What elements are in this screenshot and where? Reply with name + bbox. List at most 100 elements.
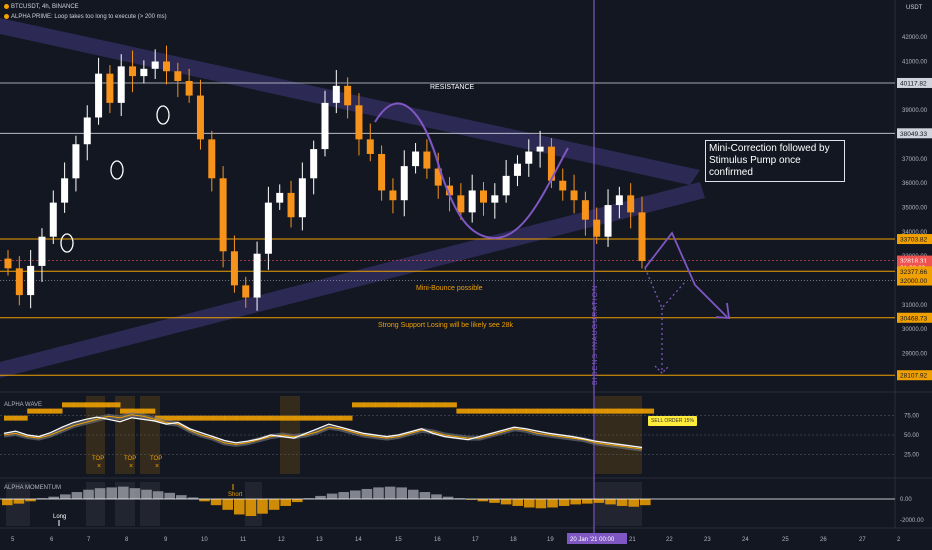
- wave-step-bar: [572, 408, 585, 414]
- candle-body: [559, 180, 567, 191]
- candle-body: [570, 190, 578, 201]
- momentum-bar: [593, 499, 605, 503]
- wave-step-bar: [212, 415, 225, 421]
- candle-body: [230, 251, 238, 286]
- candle-body: [536, 146, 544, 152]
- time-tick-label: 20 Jan '21 00:00: [570, 537, 615, 543]
- wave-tick-label: 50.00: [904, 433, 920, 439]
- wave-step-bar: [398, 402, 411, 408]
- candle-body: [310, 149, 318, 179]
- candle-body: [604, 205, 612, 237]
- wave-step-bar: [305, 415, 318, 421]
- momentum-bar: [176, 495, 187, 499]
- wave-step-bar: [294, 415, 307, 421]
- arrow-head-icon: [715, 302, 731, 319]
- candle-body: [196, 95, 204, 140]
- momentum-bar: [118, 486, 129, 499]
- candle-body: [344, 85, 352, 106]
- resistance-label: RESISTANCE: [430, 84, 475, 91]
- short-label: Short: [228, 492, 243, 498]
- grid: [0, 0, 932, 529]
- price-label: 33703.82: [900, 237, 927, 244]
- wave-title: ALPHA WAVE: [4, 402, 42, 408]
- wave-step-bar: [247, 415, 260, 421]
- momentum-tick-label: -2000.00: [900, 518, 924, 524]
- candle-body: [264, 202, 272, 254]
- price-label: 30468.73: [900, 315, 927, 322]
- momentum-bar: [94, 488, 106, 499]
- currency-label[interactable]: USDT: [906, 5, 922, 11]
- price-tick-label: 29000.00: [902, 352, 928, 358]
- candle-body: [61, 178, 69, 203]
- time-tick-label: 12: [278, 537, 285, 543]
- wave-step-bar: [560, 408, 573, 414]
- highlight-circle: [60, 233, 74, 253]
- candle-body: [366, 139, 374, 154]
- momentum-bar: [60, 494, 71, 499]
- wave-step-bar: [363, 402, 376, 408]
- candle-body: [581, 200, 589, 220]
- candle-body: [117, 66, 125, 103]
- wave-tick-label: 25.00: [904, 453, 920, 459]
- candle-body: [72, 144, 80, 179]
- strategy-note: Mini-Correction followed by Stimulus Pum…: [705, 140, 845, 182]
- support-label: Strong Support Losing will be likely see…: [378, 322, 514, 329]
- momentum-bar: [280, 499, 291, 506]
- candle-body: [400, 166, 408, 201]
- candle-body: [253, 253, 261, 298]
- inauguration-label: BIDENS INAUGURATION: [592, 285, 599, 385]
- long-label: Long: [53, 514, 66, 520]
- highlight-circle: [110, 160, 124, 180]
- candle-body: [321, 102, 329, 150]
- candle-body: [412, 151, 420, 167]
- wave-step-bar: [62, 402, 75, 408]
- wave-step-bar: [38, 408, 51, 414]
- wave-step-bar: [549, 408, 562, 414]
- time-tick-label: 10: [201, 537, 208, 543]
- momentum-bar: [628, 499, 639, 507]
- price-tick-label: 41000.00: [902, 60, 928, 66]
- wave-step-bar: [526, 408, 539, 414]
- wave-step-bar: [189, 415, 202, 421]
- momentum-bar: [338, 492, 349, 499]
- candle-body: [95, 73, 103, 118]
- time-tick-label: 18: [510, 537, 517, 543]
- momentum-bar: [350, 490, 361, 499]
- status-dot-icon: [4, 4, 9, 9]
- time-tick-label: 8: [125, 537, 129, 543]
- candle-body: [242, 285, 250, 298]
- wave-step-bar: [27, 408, 40, 414]
- wave-step-bar: [375, 402, 388, 408]
- wave-step-bar: [259, 415, 272, 421]
- momentum-bar: [489, 499, 500, 503]
- top-label-2: TOP: [124, 456, 136, 462]
- price-tick-label: 36000.00: [902, 181, 928, 187]
- time-tick-label: 2: [897, 537, 901, 543]
- wave-step-bar: [15, 415, 28, 421]
- candle-body: [332, 85, 340, 103]
- time-tick-label: 9: [164, 537, 168, 543]
- momentum-bar: [268, 499, 280, 510]
- price-tick-label: 30000.00: [902, 327, 928, 333]
- time-tick-label: 19: [547, 537, 554, 543]
- momentum-tick-label: 0.00: [900, 497, 912, 503]
- momentum-bar: [500, 499, 512, 505]
- momentum-bar: [558, 499, 570, 506]
- wave-step-bar: [433, 402, 446, 408]
- wave-step-bar: [642, 408, 655, 414]
- momentum-bar: [431, 494, 442, 499]
- wave-step-bar: [502, 408, 515, 414]
- triangle-channel: [0, 18, 705, 378]
- momentum-zone: [140, 482, 160, 526]
- candle-body: [140, 68, 148, 77]
- candle-body: [151, 61, 159, 69]
- price-label: 38049.33: [900, 131, 927, 138]
- candle-body: [174, 71, 182, 81]
- candle-body: [208, 139, 216, 179]
- candle-body: [4, 258, 12, 269]
- momentum-bar: [257, 499, 268, 514]
- momentum-bar: [292, 499, 303, 503]
- candle-body: [38, 236, 46, 266]
- wave-step-bar: [270, 415, 283, 421]
- candle-body: [423, 151, 431, 169]
